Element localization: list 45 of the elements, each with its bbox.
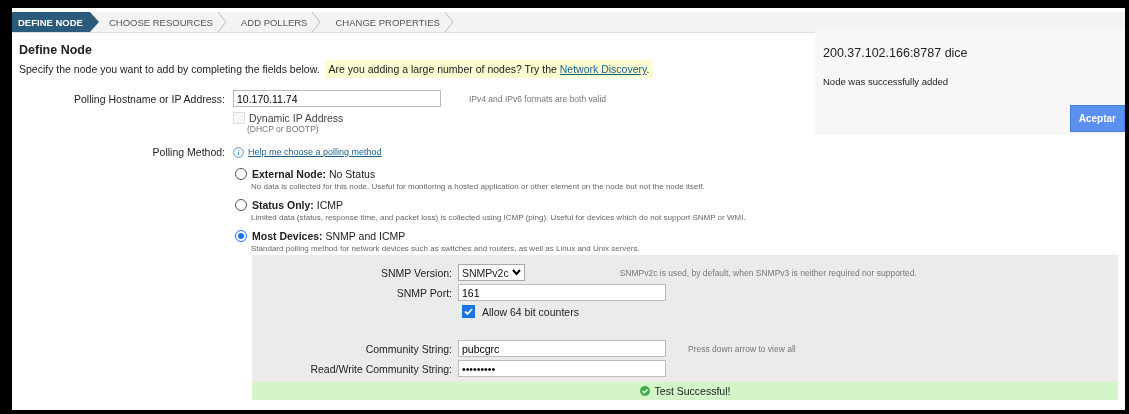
field-note: (DHCP or BOOTP) [247, 124, 320, 134]
info-icon [233, 146, 244, 158]
option-title: External Node: No Status [252, 168, 376, 180]
breadcrumb-step[interactable]: ADD POLLERS [230, 12, 322, 32]
radio-button[interactable] [235, 230, 247, 242]
dialog-message: Node was successfully added [823, 76, 949, 87]
chevron-icon [443, 12, 454, 32]
radio-button[interactable] [235, 168, 247, 180]
breadcrumb-step[interactable]: DEFINE NODE [12, 12, 99, 32]
field-label: Polling Hostname or IP Address: [73, 92, 226, 105]
page-heading: Define Node [19, 43, 92, 57]
option-description: Limited data (status, response time, and packet loss) is collected using ICMP (ping). Useful for devices which do not support SNMP or WMI. [251, 213, 747, 222]
field-label: SNMP Version: [380, 266, 453, 279]
caret-icon [511, 269, 521, 276]
checkbox-label: Dynamic IP Address [249, 112, 344, 124]
snmp-port-field[interactable]: 161 [458, 284, 666, 301]
option-title: Status Only: ICMP [252, 199, 343, 211]
option-description: Standard polling method for network devices such as switches and routers, as well as Linux and Unix servers. [251, 244, 641, 253]
field-hint: SNMPv2c is used, by default, when SNMPv3 is neither required nor supported. [619, 267, 917, 278]
option-title: Most Devices: SNMP and ICMP [252, 230, 406, 242]
community-string-field[interactable]: pubcgrc [458, 340, 666, 357]
chevron-icon [216, 12, 227, 32]
field-label: SNMP Port: [395, 286, 453, 299]
option-description: No data is collected for this node. Useful for monitoring a hosted application or other element on the node but not the node itself. [251, 182, 706, 191]
dialog-title: 200.37.102.166:8787 dice [823, 46, 968, 60]
checkbox-label: Allow 64 bit counters [482, 305, 579, 318]
field-hint: Press down arrow to view all [688, 343, 796, 354]
tip-banner: Are you adding a large number of nodes? Try the Network Discovery. [324, 60, 654, 78]
breadcrumb-step[interactable]: CHANGE PROPERTIES [325, 12, 454, 32]
radio-button[interactable] [235, 199, 247, 211]
test-result-text: Test Successful! [654, 385, 731, 397]
breadcrumb-step[interactable]: CHOOSE RESOURCES [98, 12, 227, 32]
chevron-icon [311, 12, 322, 32]
help-link[interactable]: Help me choose a polling method [248, 147, 382, 157]
network-discovery-link[interactable]: Network Discovery [559, 63, 647, 75]
check-circle-icon [639, 386, 650, 396]
field-label: Polling Method: [151, 146, 226, 158]
checkbox[interactable] [462, 305, 475, 318]
field-hint: IPv4 and IPv6 formats are both valid [469, 93, 607, 104]
field-label: Community String: [364, 342, 453, 355]
hostname-field[interactable]: 10.170.11.74 [233, 90, 441, 107]
rw-community-string-field[interactable]: ••••••••• [458, 360, 666, 377]
snmp-version-dropdown[interactable]: SNMPv2c [458, 264, 525, 281]
field-label: Read/Write Community String: [309, 362, 453, 375]
intro-text: Specify the node you want to add by completing the fields below. [19, 63, 320, 75]
